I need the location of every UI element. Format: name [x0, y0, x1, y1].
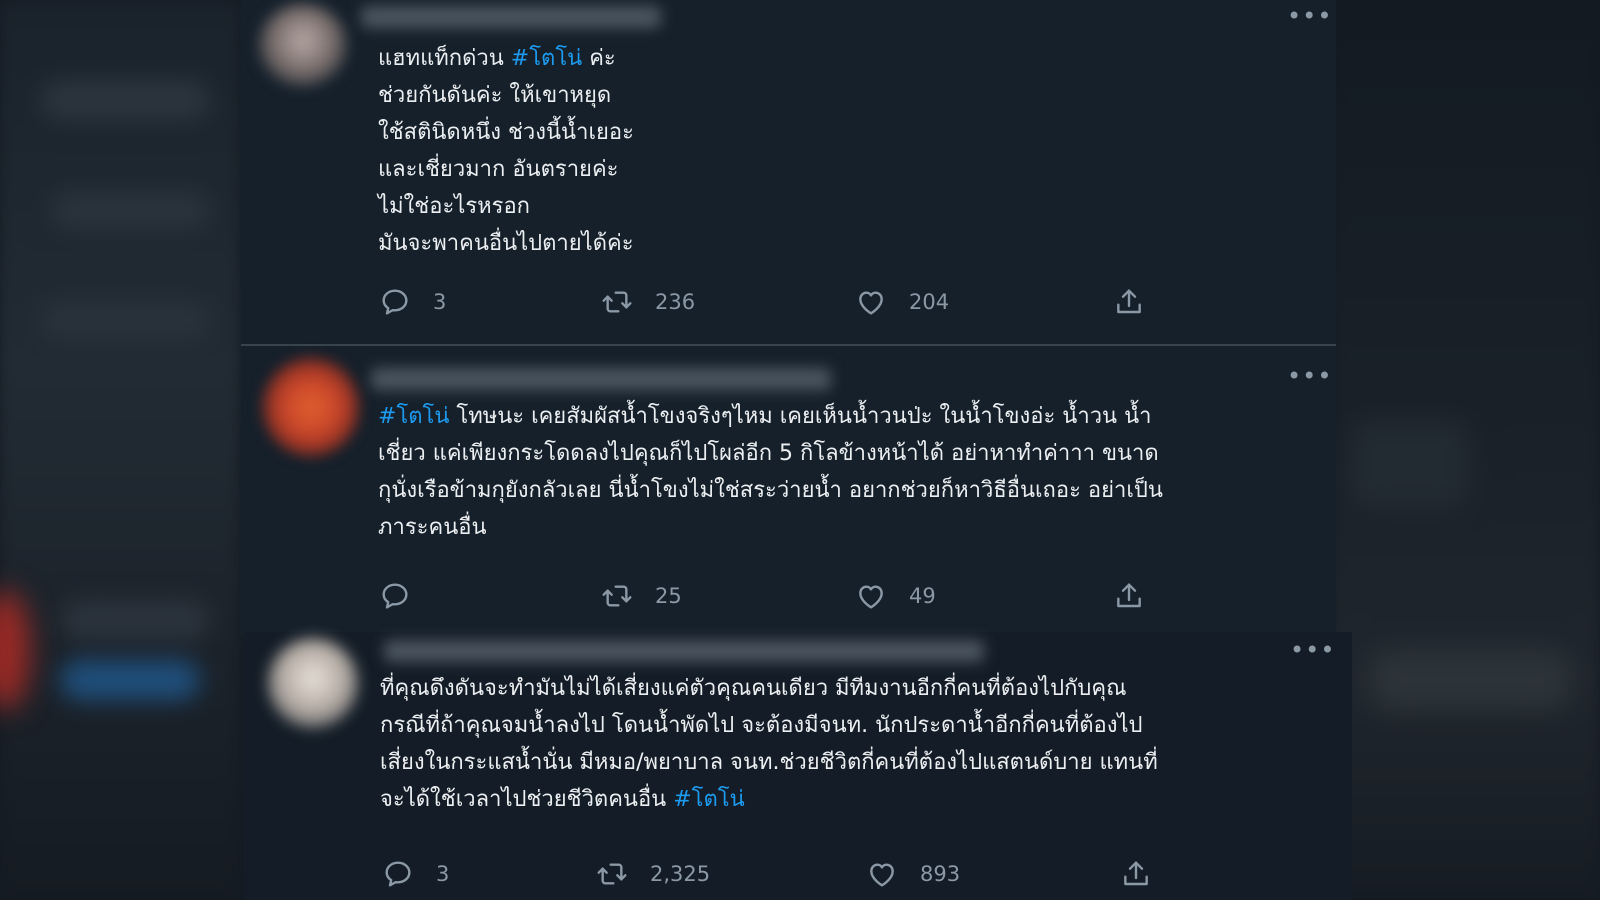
tweet-actions: 25 49 [379, 576, 1179, 616]
blurred-left-sidebar [0, 0, 240, 900]
like-icon [859, 291, 883, 315]
tweet-text: แฮทแท็กด่วน #โตโน่ ค่ะ ช่วยกันดันค่ะ ให้… [378, 46, 634, 256]
retweet-icon [602, 291, 632, 313]
retweet-button[interactable]: 2,325 [596, 854, 710, 894]
more-icon[interactable]: ••• [1287, 364, 1332, 388]
retweet-icon [602, 585, 632, 607]
more-icon[interactable]: ••• [1287, 4, 1332, 28]
retweet-button[interactable]: 236 [601, 282, 695, 322]
reply-button[interactable]: 3 [379, 282, 446, 322]
share-button[interactable] [1113, 576, 1145, 616]
retweet-icon [597, 863, 627, 885]
reply-icon [385, 861, 411, 887]
tweet-actions: 3 236 204 [379, 282, 1179, 322]
reply-icon [382, 289, 408, 315]
reply-button[interactable]: 3 [382, 854, 449, 894]
hashtag-link[interactable]: #โตโน่ [511, 46, 582, 71]
like-button[interactable]: 49 [855, 576, 936, 616]
author-name-blurred[interactable] [361, 6, 661, 28]
like-icon [870, 863, 894, 887]
tweet-3[interactable]: ••• ที่คุณดึงดันจะทำมันไม่ได้เสี่ยงแค่ตั… [244, 632, 1352, 900]
hashtag-link[interactable]: #โตโน่ [673, 787, 744, 812]
avatar[interactable] [268, 638, 358, 728]
share-icon [1124, 861, 1148, 886]
tweet-actions: 3 2,325 893 [382, 854, 1202, 894]
tweet-1[interactable]: ••• แฮทแท็กด่วน #โตโน่ ค่ะ ช่วยกันดันค่ะ… [241, 0, 1336, 346]
like-button[interactable]: 893 [866, 854, 960, 894]
reply-button[interactable] [379, 576, 433, 616]
author-name-blurred[interactable] [384, 640, 984, 662]
avatar[interactable] [263, 358, 359, 456]
share-button[interactable] [1113, 282, 1145, 322]
like-button[interactable]: 204 [855, 282, 949, 322]
tweet-text: ที่คุณดึงดันจะทำมันไม่ได้เสี่ยงแค่ตัวคุณ… [380, 676, 1158, 812]
share-icon [1117, 583, 1141, 608]
reply-icon [382, 583, 408, 609]
retweet-button[interactable]: 25 [601, 576, 682, 616]
tweet-2[interactable]: ••• #โตโน่ โทษนะ เคยสัมผัสน้ำโขงจริงๆไหม… [241, 346, 1336, 636]
share-button[interactable] [1120, 854, 1152, 894]
avatar[interactable] [259, 4, 347, 86]
more-icon[interactable]: ••• [1290, 638, 1335, 662]
author-name-blurred[interactable] [371, 368, 831, 390]
share-icon [1117, 289, 1141, 314]
hashtag-link[interactable]: #โตโน่ [378, 404, 449, 429]
blurred-right-sidebar [1330, 0, 1600, 900]
tweet-text: #โตโน่ โทษนะ เคยสัมผัสน้ำโขงจริงๆไหม เคย… [378, 404, 1163, 540]
like-icon [859, 585, 883, 609]
